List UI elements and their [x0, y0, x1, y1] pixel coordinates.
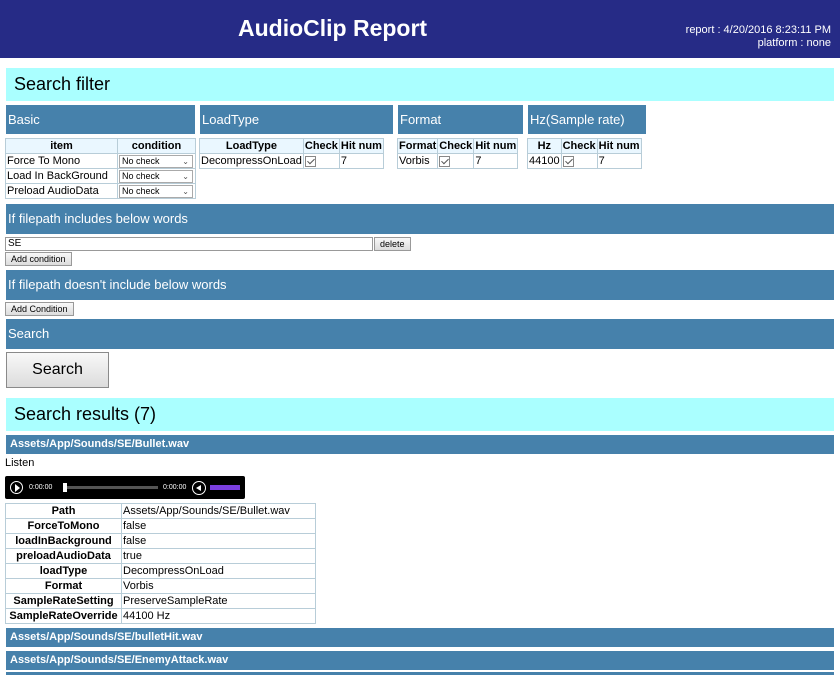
volume-slider[interactable] — [210, 485, 240, 490]
loadtype-filter-table: LoadType Check Hit num DecompressOnLoad … — [199, 138, 384, 169]
hz-filter-table: Hz Check Hit num 44100 7 — [527, 138, 642, 169]
audio-seek-bar[interactable] — [63, 486, 158, 489]
loadtype-col-check: Check — [302, 138, 340, 154]
table-row: Load In BackGround No check ⌄ — [5, 168, 196, 184]
loadtype-col-type: LoadType — [199, 138, 304, 154]
table-row: Preload AudioData No check ⌄ — [5, 183, 196, 199]
report-platform: platform : none — [757, 37, 831, 49]
preload-audiodata-select[interactable]: No check ⌄ — [119, 184, 193, 198]
basic-col-item: item — [5, 138, 118, 154]
table-row: loadType DecompressOnLoad — [5, 563, 316, 579]
prop-value: false — [121, 518, 316, 534]
result-path-header[interactable]: Assets/App/Sounds/SE/EnemyAttack.wav — [6, 651, 834, 670]
format-filter-table: Format Check Hit num Vorbis 7 — [396, 138, 519, 169]
report-title: AudioClip Report — [238, 15, 428, 41]
chevron-down-icon: ⌄ — [182, 156, 189, 166]
table-row: Vorbis 7 — [396, 153, 519, 169]
prop-value: 44100 Hz — [121, 608, 316, 624]
loadtype-hit-num: 7 — [338, 153, 384, 169]
format-section-title: Format — [398, 105, 523, 134]
hz-value: 44100 — [527, 153, 562, 169]
include-words-title: If filepath includes below words — [6, 204, 834, 234]
prop-key: SampleRateSetting — [5, 593, 122, 609]
table-row: preloadAudioData true — [5, 548, 316, 564]
table-row: loadInBackground false — [5, 533, 316, 549]
force-to-mono-select[interactable]: No check ⌄ — [119, 154, 193, 168]
hz-checkbox[interactable] — [562, 155, 574, 167]
basic-col-condition: condition — [117, 138, 196, 154]
clip-properties-table: Path Assets/App/Sounds/SE/Bullet.wav Forc… — [5, 503, 316, 624]
table-row: Force To Mono No check ⌄ — [5, 153, 196, 169]
format-checkbox[interactable] — [439, 155, 451, 167]
prop-value: Assets/App/Sounds/SE/Bullet.wav — [121, 503, 316, 519]
report-date: report : 4/20/2016 8:23:11 PM — [685, 24, 831, 36]
prop-key: ForceToMono — [5, 518, 122, 534]
prop-value: false — [121, 533, 316, 549]
loadtype-col-hit: Hit num — [338, 138, 384, 154]
load-in-background-select[interactable]: No check ⌄ — [119, 169, 193, 183]
table-row: 44100 7 — [527, 153, 642, 169]
select-value: No check — [122, 185, 160, 196]
loadtype-value: DecompressOnLoad — [199, 153, 304, 169]
loadtype-section-title: LoadType — [200, 105, 393, 134]
prop-key: Path — [5, 503, 122, 519]
report-meta: report : 4/20/2016 8:23:11 PM platform :… — [686, 24, 831, 50]
hz-col-type: Hz — [527, 138, 562, 154]
listen-label: Listen — [5, 457, 35, 469]
audio-player: 0:00:00 0:00:00 — [5, 476, 245, 499]
audio-seek-handle[interactable] — [63, 483, 67, 492]
table-row: SampleRateSetting PreserveSampleRate — [5, 593, 316, 609]
select-value: No check — [122, 170, 160, 181]
search-results-title: Search results (7) — [6, 398, 834, 431]
chevron-down-icon: ⌄ — [182, 186, 189, 196]
prop-value: Vorbis — [121, 578, 316, 594]
table-row: DecompressOnLoad 7 — [199, 153, 384, 169]
search-section-title: Search — [6, 319, 834, 349]
format-col-hit: Hit num — [473, 138, 519, 154]
format-col-type: Format — [396, 138, 439, 154]
loadtype-checkbox[interactable] — [304, 155, 316, 167]
table-row: ForceToMono false — [5, 518, 316, 534]
select-value: No check — [122, 155, 160, 166]
basic-item-label: Force To Mono — [5, 153, 118, 169]
hz-section-title: Hz(Sample rate) — [528, 105, 646, 134]
hz-col-hit: Hit num — [596, 138, 642, 154]
table-row: Path Assets/App/Sounds/SE/Bullet.wav — [5, 503, 316, 519]
result-path-header[interactable]: Assets/App/Sounds/SE/bulletHit.wav — [6, 628, 834, 647]
search-button[interactable]: Search — [6, 352, 109, 388]
basic-filter-table: item condition Force To Mono No check ⌄ L… — [5, 138, 196, 199]
audio-current-time: 0:00:00 — [29, 484, 53, 491]
add-include-condition-button[interactable]: Add condition — [5, 252, 72, 266]
basic-section-title: Basic — [6, 105, 195, 134]
table-row: SampleRateOverride 44100 Hz — [5, 608, 316, 624]
prop-key: SampleRateOverride — [5, 608, 122, 624]
volume-icon[interactable] — [192, 481, 206, 495]
hz-col-check: Check — [560, 138, 598, 154]
prop-value: PreserveSampleRate — [121, 593, 316, 609]
report-header: AudioClip Report report : 4/20/2016 8:23… — [0, 0, 840, 58]
table-row: Format Vorbis — [5, 578, 316, 594]
prop-key: loadInBackground — [5, 533, 122, 549]
play-icon[interactable] — [10, 481, 23, 494]
prop-key: loadType — [5, 563, 122, 579]
exclude-words-title: If filepath doesn't include below words — [6, 270, 834, 300]
result-path-header[interactable]: Assets/App/Sounds/SE/Bullet.wav — [6, 435, 834, 454]
add-exclude-condition-button[interactable]: Add Condition — [5, 302, 74, 316]
include-word-input[interactable]: SE — [5, 237, 373, 251]
format-hit-num: 7 — [473, 153, 519, 169]
basic-item-label: Load In BackGround — [5, 168, 118, 184]
prop-value: DecompressOnLoad — [121, 563, 316, 579]
format-value: Vorbis — [396, 153, 439, 169]
prop-value: true — [121, 548, 316, 564]
chevron-down-icon: ⌄ — [182, 171, 189, 181]
audio-duration: 0:00:00 — [163, 484, 187, 491]
delete-condition-button[interactable]: delete — [374, 237, 411, 251]
prop-key: Format — [5, 578, 122, 594]
format-col-check: Check — [437, 138, 475, 154]
prop-key: preloadAudioData — [5, 548, 122, 564]
search-filter-title: Search filter — [6, 68, 834, 101]
hz-hit-num: 7 — [596, 153, 642, 169]
basic-item-label: Preload AudioData — [5, 183, 118, 199]
